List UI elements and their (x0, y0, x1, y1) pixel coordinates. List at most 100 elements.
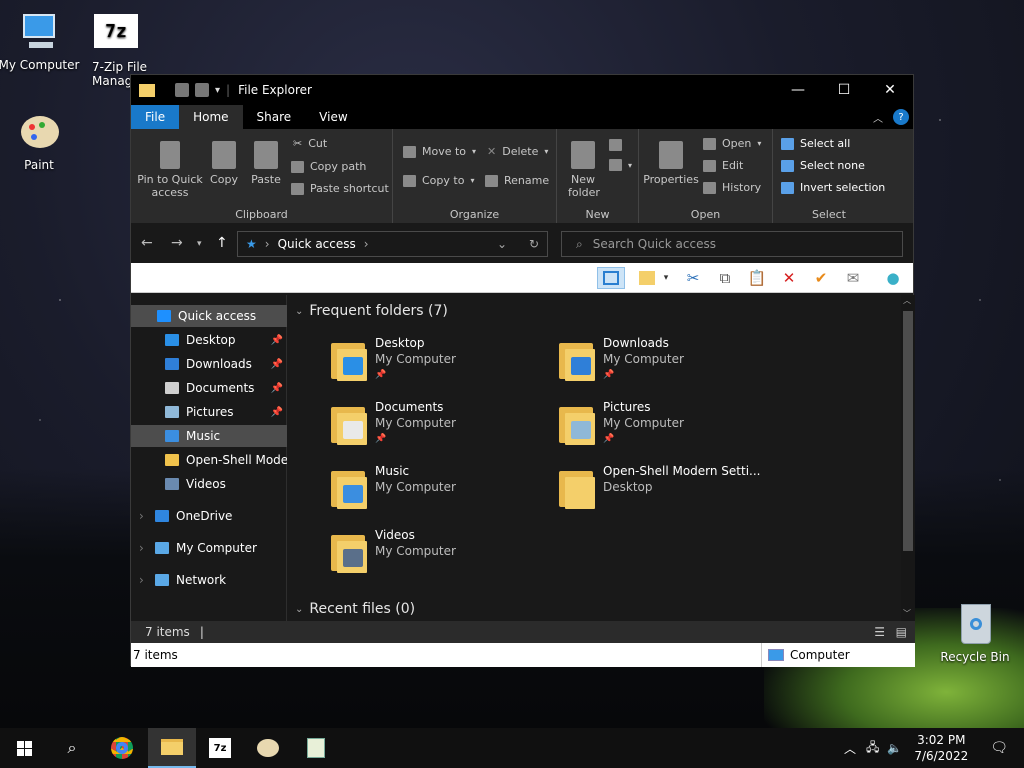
tab-view[interactable]: View (305, 105, 361, 129)
new-folder-button[interactable]: New folder (561, 141, 605, 199)
refresh-icon[interactable]: ↻ (529, 237, 539, 251)
breadcrumb-quick-access[interactable]: Quick access (278, 237, 356, 251)
large-icons-view-icon[interactable]: ▤ (896, 625, 907, 639)
rename-button[interactable]: Rename (485, 174, 549, 187)
details-view-icon[interactable]: ☰ (874, 625, 885, 639)
folder-tile-downloads[interactable]: Downloads My Computer 📌 (557, 335, 777, 391)
vertical-scrollbar[interactable]: ︿ ﹀ (901, 295, 915, 621)
tab-file[interactable]: File (131, 105, 180, 129)
clock[interactable]: 3:02 PM 7/6/2022 (914, 732, 968, 764)
delete-button[interactable]: ✕ Delete ▾ (487, 145, 548, 158)
file-explorer-window: ▾ | File Explorer — ☐ ✕ File Home Share … (130, 74, 915, 667)
collapse-ribbon-icon[interactable]: ︿ (873, 110, 883, 125)
scroll-up-icon[interactable]: ︿ (903, 295, 911, 306)
select-all-button[interactable]: Select all (781, 137, 850, 150)
desktop-icon-my-computer[interactable]: My Computer (0, 10, 82, 72)
properties-qat-icon[interactable] (175, 83, 189, 97)
paste-clipboard-icon[interactable]: 📋 (745, 267, 769, 289)
desktop-icon-paint[interactable]: Paint (0, 110, 82, 172)
tab-home[interactable]: Home (179, 105, 243, 129)
frequent-folders-header[interactable]: ⌄ Frequent folders (7) (295, 303, 448, 319)
cut-scissors-icon[interactable]: ✂ (681, 267, 705, 289)
expand-chevron-icon[interactable]: › (139, 541, 144, 555)
desktop-icon-recycle-bin[interactable]: Recycle Bin (932, 602, 1018, 664)
nav-item-onedrive[interactable]: › OneDrive (131, 505, 287, 527)
nav-item-icon (165, 406, 179, 418)
address-dropdown-icon[interactable]: ⌄ (497, 237, 507, 251)
forward-arrow-icon[interactable]: → (171, 235, 183, 251)
close-button[interactable]: ✕ (867, 75, 913, 105)
folder-tile-music[interactable]: Music My Computer (329, 463, 549, 519)
search-button[interactable]: ⌕ (48, 728, 96, 768)
address-bar[interactable]: ★ › Quick access › ⌄ ↻ (237, 231, 548, 257)
expand-chevron-icon[interactable]: › (139, 573, 144, 587)
title-bar: ▾ | File Explorer — ☐ ✕ (131, 75, 913, 105)
toolbar-dropdown-icon[interactable]: ▾ (659, 267, 673, 289)
start-button[interactable] (0, 728, 48, 768)
nav-item-quick-access[interactable]: Quick access (131, 305, 287, 327)
nav-item-label: Videos (186, 477, 226, 491)
recent-locations-chevron-icon[interactable]: ▾ (197, 239, 202, 249)
copy-path-button[interactable]: Copy path (291, 160, 366, 173)
taskbar-chrome[interactable] (98, 728, 146, 768)
delete-icon[interactable]: ✕ (777, 267, 801, 289)
paste-button[interactable]: Paste (249, 141, 283, 186)
properties-check-icon[interactable]: ✔ (809, 267, 833, 289)
folder-options-icon[interactable] (635, 267, 659, 289)
qat-dropdown-icon[interactable]: ▾ (215, 85, 220, 96)
taskbar-app[interactable] (292, 728, 340, 768)
taskbar-7zip[interactable]: 7z (196, 728, 244, 768)
nav-item-my-computer[interactable]: › My Computer (131, 537, 287, 559)
nav-item-downloads[interactable]: Downloads 📌 (131, 353, 287, 375)
back-arrow-icon[interactable]: ← (141, 235, 153, 251)
nav-item-music[interactable]: Music (131, 425, 287, 447)
nav-item-desktop[interactable]: Desktop 📌 (131, 329, 287, 351)
folder-tile-pictures[interactable]: Pictures My Computer 📌 (557, 399, 777, 455)
move-to-button[interactable]: Move to ▾ (403, 145, 476, 158)
copy-to-button[interactable]: Copy to ▾ (403, 174, 474, 187)
navigation-pane-icon[interactable] (597, 267, 625, 289)
minimize-button[interactable]: — (775, 75, 821, 105)
pin-to-quick-access-button[interactable]: Pin to Quick access (137, 141, 203, 199)
network-icon[interactable]: 🖧 (866, 738, 879, 759)
expand-chevron-icon[interactable]: › (139, 509, 144, 523)
nav-item-videos[interactable]: Videos (131, 473, 287, 495)
help-button[interactable]: ? (893, 109, 909, 125)
taskbar-file-explorer[interactable] (148, 728, 196, 768)
taskbar-paint[interactable] (244, 728, 292, 768)
recent-files-header[interactable]: ⌄ Recent files (0) (295, 601, 415, 617)
folder-tile-desktop[interactable]: Desktop My Computer 📌 (329, 335, 549, 391)
maximize-button[interactable]: ☐ (821, 75, 867, 105)
volume-icon[interactable]: 🔈 (887, 741, 902, 755)
properties-button[interactable]: Properties (643, 141, 699, 186)
select-none-button[interactable]: Select none (781, 159, 865, 172)
notifications-icon[interactable]: 🗨 (990, 740, 1008, 756)
nav-item-documents[interactable]: Documents 📌 (131, 377, 287, 399)
tab-share[interactable]: Share (243, 105, 306, 129)
scroll-thumb[interactable] (903, 311, 913, 551)
paste-shortcut-button[interactable]: Paste shortcut (291, 182, 389, 195)
cut-button[interactable]: ✂ Cut (293, 137, 327, 150)
new-folder-qat-icon[interactable] (195, 83, 209, 97)
history-button[interactable]: History (703, 181, 761, 194)
copy-icon[interactable]: ⧉ (713, 267, 737, 289)
open-button[interactable]: Open ▾ (703, 137, 761, 150)
folder-tile-documents[interactable]: Documents My Computer 📌 (329, 399, 549, 455)
nav-item-pictures[interactable]: Pictures 📌 (131, 401, 287, 423)
edit-button[interactable]: Edit (703, 159, 743, 172)
email-icon[interactable]: ✉ (841, 267, 865, 289)
folder-tile-open-shell-modern-setti[interactable]: Open-Shell Modern Setti... Desktop (557, 463, 777, 519)
nav-item-network[interactable]: › Network (131, 569, 287, 591)
search-input[interactable]: Search Quick access (593, 237, 716, 251)
globe-icon[interactable]: ● (881, 267, 905, 289)
folder-tile-videos[interactable]: Videos My Computer (329, 527, 549, 583)
show-hidden-icons-icon[interactable]: ︿ (844, 740, 856, 757)
easy-access-button[interactable]: ▾ (609, 159, 632, 171)
new-item-button[interactable] (609, 139, 622, 151)
up-arrow-icon[interactable]: ↑ (216, 235, 228, 251)
copy-button[interactable]: Copy (207, 141, 241, 186)
search-box[interactable]: ⌕ Search Quick access (561, 231, 903, 257)
invert-selection-button[interactable]: Invert selection (781, 181, 885, 194)
nav-item-open-shell-modern[interactable]: Open-Shell Modern (131, 449, 287, 471)
scroll-down-icon[interactable]: ﹀ (903, 608, 911, 619)
